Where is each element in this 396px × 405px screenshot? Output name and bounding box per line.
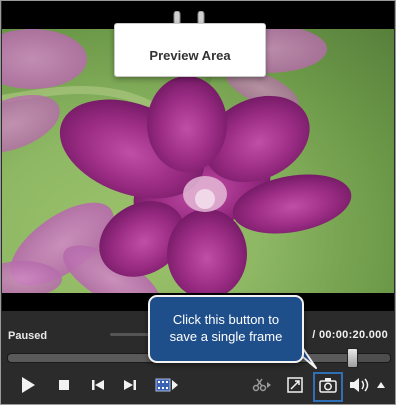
skip-back-icon (92, 380, 104, 390)
playback-toolbar (2, 371, 394, 403)
hint-callout: Click this button to save a single frame (148, 295, 304, 363)
callout-line-1: Click this button to (172, 312, 280, 327)
triangle-up-icon (377, 382, 385, 388)
volume-button[interactable] (348, 373, 372, 397)
callout-line-2: save a single frame (169, 329, 283, 344)
preview-area: Preview Area (2, 1, 394, 311)
fullscreen-button[interactable] (283, 373, 307, 397)
callout-text: Click this button to save a single frame (156, 311, 296, 345)
stop-button[interactable] (52, 373, 76, 397)
split-clip-button[interactable] (154, 373, 180, 397)
playback-status: Paused (8, 330, 48, 342)
volume-menu-button[interactable] (374, 373, 388, 397)
scissors-icon (252, 378, 271, 392)
play-button[interactable] (16, 373, 40, 397)
cut-button[interactable] (250, 373, 274, 397)
preview-area-text: Preview Area (149, 48, 231, 63)
seek-handle[interactable] (347, 348, 358, 368)
next-frame-button[interactable] (118, 373, 142, 397)
camera-icon (319, 378, 337, 393)
total-duration: / 00:00:20.000 (312, 329, 388, 341)
snapshot-button[interactable] (316, 373, 340, 397)
expand-icon (287, 377, 303, 393)
speaker-icon (350, 378, 369, 392)
previous-frame-button[interactable] (86, 373, 110, 397)
skip-forward-icon (124, 380, 136, 390)
preview-area-label: Preview Area (114, 23, 266, 77)
film-strip-icon (155, 378, 178, 392)
stop-icon (59, 380, 69, 390)
play-icon (22, 377, 35, 393)
